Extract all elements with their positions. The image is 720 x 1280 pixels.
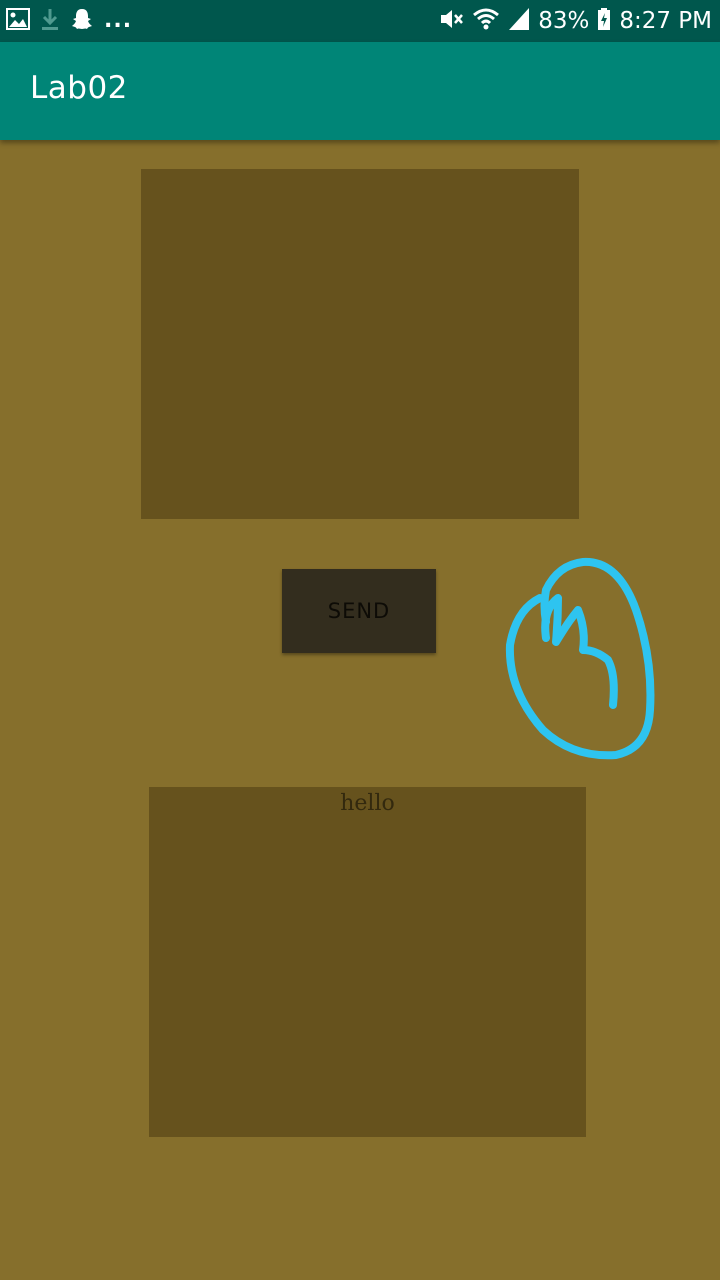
battery-percent: 83% xyxy=(538,8,590,34)
message-output-area: hello xyxy=(149,787,586,1137)
app-title: Lab02 xyxy=(30,70,128,106)
status-bar: ... 83% 8:27 PM xyxy=(0,0,720,42)
signal-icon xyxy=(508,7,530,35)
status-time: 8:27 PM xyxy=(619,8,712,34)
received-message-text: hello xyxy=(340,791,395,816)
send-button[interactable]: SEND xyxy=(282,569,436,653)
snapchat-icon xyxy=(70,7,94,35)
status-bar-right: 83% 8:27 PM xyxy=(438,8,712,34)
message-input-area[interactable] xyxy=(141,169,579,519)
notification-overflow: ... xyxy=(104,8,133,33)
status-bar-left: ... xyxy=(6,8,132,34)
wifi-icon xyxy=(472,7,500,35)
battery-charging-icon xyxy=(597,7,611,35)
gallery-icon xyxy=(6,8,30,34)
mute-icon xyxy=(438,7,464,35)
download-icon xyxy=(40,7,60,35)
app-bar: Lab02 xyxy=(0,42,720,140)
hand-drawn-circle-arrow-icon xyxy=(505,557,655,760)
